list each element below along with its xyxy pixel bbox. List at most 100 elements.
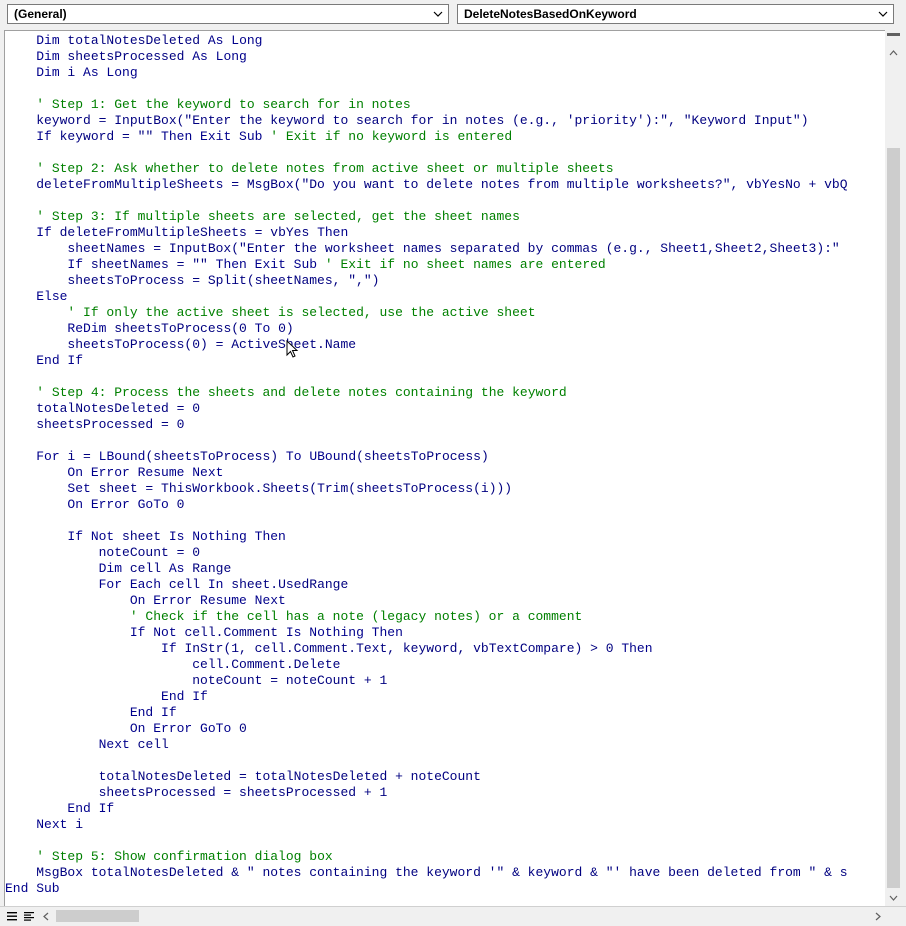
code-line[interactable]: ' Step 3: If multiple sheets are selecte… — [5, 209, 848, 225]
code-line[interactable]: ' Check if the cell has a note (legacy n… — [5, 609, 848, 625]
code-line[interactable] — [5, 369, 848, 385]
code-line[interactable]: End If — [5, 353, 848, 369]
code-line[interactable]: If deleteFromMultipleSheets = vbYes Then — [5, 225, 848, 241]
code-line[interactable]: totalNotesDeleted = totalNotesDeleted + … — [5, 769, 848, 785]
code-text-segment — [5, 737, 99, 752]
code-text-segment — [5, 65, 36, 80]
code-line[interactable]: cell.Comment.Delete — [5, 657, 848, 673]
code-comment: ' Step 4: Process the sheets and delete … — [36, 385, 567, 400]
chevron-down-icon[interactable] — [877, 5, 889, 23]
split-bar-handle[interactable] — [887, 33, 900, 36]
code-line[interactable]: End If — [5, 705, 848, 721]
code-line[interactable]: End If — [5, 801, 848, 817]
code-line[interactable]: Next cell — [5, 737, 848, 753]
code-text-segment — [5, 49, 36, 64]
code-line[interactable]: sheetsToProcess(0) = ActiveSheet.Name — [5, 337, 848, 353]
horizontal-scroll-thumb[interactable] — [56, 910, 139, 922]
code-line[interactable] — [5, 145, 848, 161]
code-line[interactable]: deleteFromMultipleSheets = MsgBox("Do yo… — [5, 177, 847, 193]
code-text-segment: sheetsToProcess = Split(sheetNames, ",") — [5, 273, 380, 288]
procedure-dropdown-value: DeleteNotesBasedOnKeyword — [464, 7, 637, 21]
code-text-segment — [5, 161, 36, 176]
procedure-view-icon — [6, 912, 17, 921]
code-line[interactable]: For Each cell In sheet.UsedRange — [5, 577, 848, 593]
code-text-segment — [5, 449, 36, 464]
code-line[interactable]: If Not cell.Comment Is Nothing Then — [5, 625, 848, 641]
code-line[interactable]: sheetsProcessed = 0 — [5, 417, 848, 433]
code-keyword: If — [36, 225, 52, 240]
code-line[interactable]: ' If only the active sheet is selected, … — [5, 305, 848, 321]
code-line[interactable]: For i = LBound(sheetsToProcess) To UBoun… — [5, 449, 848, 465]
code-line[interactable]: If Not sheet Is Nothing Then — [5, 529, 848, 545]
code-line[interactable]: sheetsToProcess = Split(sheetNames, ",") — [5, 273, 848, 289]
full-module-view-icon — [23, 912, 34, 921]
vertical-scroll-thumb[interactable] — [887, 148, 900, 888]
code-text[interactable]: Dim totalNotesDeleted As Long Dim sheets… — [5, 33, 848, 897]
full-module-view-button[interactable] — [21, 909, 36, 924]
procedure-dropdown[interactable]: DeleteNotesBasedOnKeyword — [457, 4, 894, 24]
code-line[interactable]: keyword = InputBox("Enter the keyword to… — [5, 113, 848, 129]
code-line[interactable] — [5, 513, 848, 529]
code-keyword: UBound — [309, 449, 357, 464]
code-line[interactable]: sheetNames = InputBox("Enter the workshe… — [5, 241, 848, 257]
code-line[interactable]: ' Step 2: Ask whether to delete notes fr… — [5, 161, 848, 177]
code-keyword: Set — [67, 481, 91, 496]
code-line[interactable]: Next i — [5, 817, 848, 833]
procedure-view-button[interactable] — [4, 909, 19, 924]
scroll-up-button[interactable] — [885, 44, 902, 61]
code-text-segment: 0 — [231, 721, 247, 736]
code-line[interactable]: Dim i As Long — [5, 65, 848, 81]
code-line[interactable]: Dim totalNotesDeleted As Long — [5, 33, 848, 49]
code-line[interactable]: Else — [5, 289, 848, 305]
code-keyword: ReDim — [67, 321, 107, 336]
code-line[interactable]: totalNotesDeleted = 0 — [5, 401, 848, 417]
code-line[interactable] — [5, 833, 848, 849]
code-text-segment — [5, 129, 36, 144]
code-line[interactable]: End Sub — [5, 881, 848, 897]
code-line[interactable]: On Error GoTo 0 — [5, 721, 848, 737]
code-line[interactable]: noteCount = 0 — [5, 545, 848, 561]
code-keyword: End If — [161, 689, 208, 704]
code-keyword: Is Nothing Then — [285, 625, 403, 640]
code-keyword: As Long — [83, 65, 138, 80]
code-keyword: If — [161, 641, 177, 656]
code-line[interactable]: ' Step 5: Show confirmation dialog box — [5, 849, 848, 865]
code-line[interactable]: If InStr(1, cell.Comment.Text, keyword, … — [5, 641, 848, 657]
scroll-left-button[interactable] — [38, 909, 53, 924]
code-text-segment: sheetNames = "" — [83, 257, 216, 272]
code-text-segment: cell — [161, 577, 208, 592]
code-text-segment: 0) — [270, 321, 294, 336]
code-text-segment: cell — [129, 737, 169, 752]
code-editor[interactable]: Dim totalNotesDeleted As Long Dim sheets… — [4, 30, 885, 906]
code-line[interactable]: MsgBox totalNotesDeleted & " notes conta… — [5, 865, 847, 881]
scroll-down-button[interactable] — [885, 889, 902, 906]
code-line[interactable]: On Error Resume Next — [5, 465, 848, 481]
chevron-down-icon[interactable] — [432, 5, 444, 23]
code-line[interactable]: noteCount = noteCount + 1 — [5, 673, 848, 689]
code-line[interactable]: ReDim sheetsToProcess(0 To 0) — [5, 321, 848, 337]
vertical-scrollbar[interactable] — [885, 30, 902, 906]
code-line[interactable]: If keyword = "" Then Exit Sub ' Exit if … — [5, 129, 848, 145]
code-line[interactable]: On Error GoTo 0 — [5, 497, 848, 513]
scroll-right-button[interactable] — [870, 909, 885, 924]
code-text-segment: InStr(1, cell.Comment.Text, keyword, vbT… — [176, 641, 622, 656]
code-text-segment — [5, 529, 67, 544]
code-keyword: End If — [129, 705, 177, 720]
object-dropdown[interactable]: (General) — [7, 4, 449, 24]
code-line[interactable]: If sheetNames = "" Then Exit Sub ' Exit … — [5, 257, 848, 273]
code-line[interactable] — [5, 753, 848, 769]
code-line[interactable]: Dim sheetsProcessed As Long — [5, 49, 848, 65]
code-line[interactable]: Dim cell As Range — [5, 561, 848, 577]
code-text-segment — [5, 209, 36, 224]
code-line[interactable]: On Error Resume Next — [5, 593, 848, 609]
code-line[interactable]: End If — [5, 689, 848, 705]
code-line[interactable]: ' Step 1: Get the keyword to search for … — [5, 97, 848, 113]
code-line[interactable] — [5, 193, 848, 209]
code-line[interactable] — [5, 433, 848, 449]
code-text-segment — [5, 257, 67, 272]
code-line[interactable]: ' Step 4: Process the sheets and delete … — [5, 385, 848, 401]
code-line[interactable] — [5, 81, 848, 97]
code-line[interactable]: Set sheet = ThisWorkbook.Sheets(Trim(she… — [5, 481, 848, 497]
code-text-segment: sheetsProcessed = sheetsProcessed + 1 — [5, 785, 388, 800]
code-line[interactable]: sheetsProcessed = sheetsProcessed + 1 — [5, 785, 848, 801]
